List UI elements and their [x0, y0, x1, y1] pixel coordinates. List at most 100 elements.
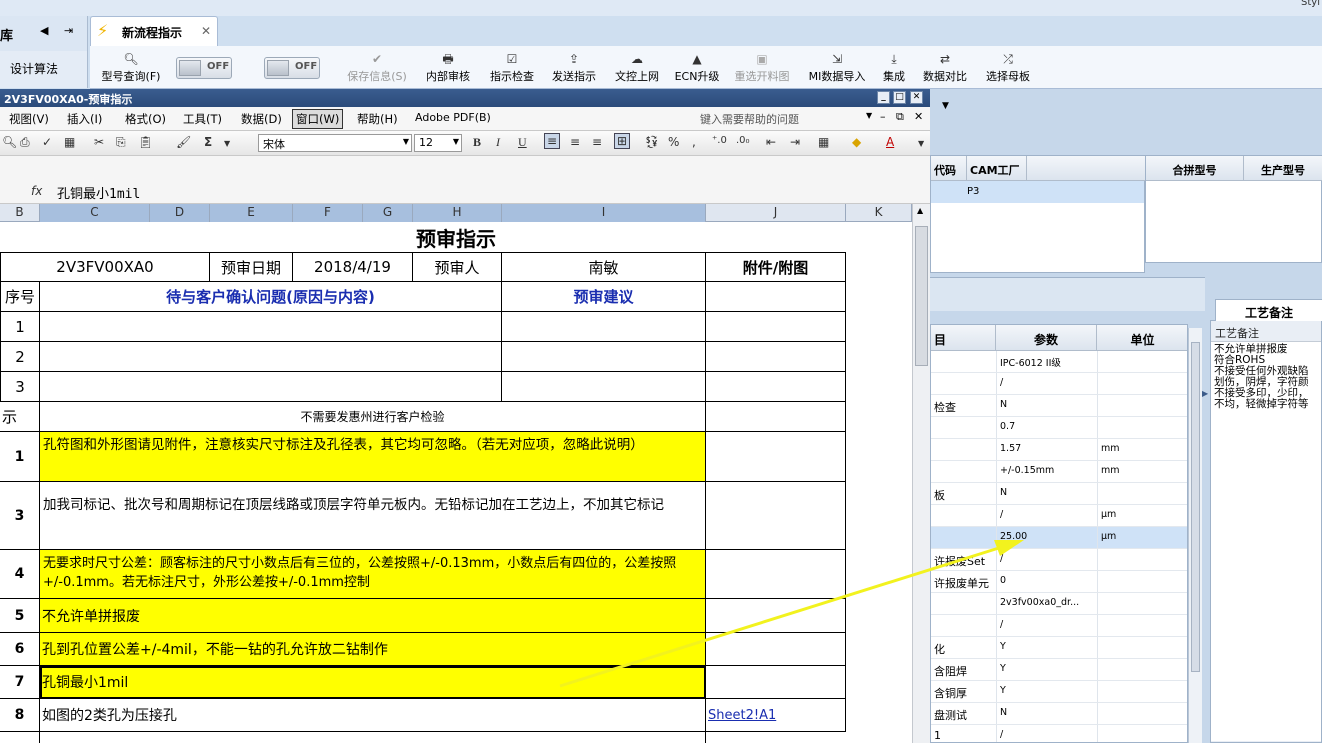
- param-row[interactable]: 0.7: [931, 417, 1187, 439]
- issue-row-advice[interactable]: [502, 372, 706, 402]
- param-row[interactable]: +/-0.15mm mm: [931, 461, 1187, 483]
- param-row[interactable]: 含铜厚 Y: [931, 681, 1187, 703]
- chevron-left-icon[interactable]: ◀: [40, 24, 48, 37]
- menu-tools[interactable]: 工具(T): [180, 110, 225, 128]
- param-header-value[interactable]: 参数: [996, 325, 1097, 351]
- menu-insert[interactable]: 插入(I): [64, 110, 105, 128]
- instruction-row-text[interactable]: 如图的2类孔为压接孔: [40, 699, 706, 732]
- section-note-cell[interactable]: 不需要发惠州进行客户检验: [40, 402, 706, 432]
- date-label-cell[interactable]: 预审日期: [210, 252, 293, 282]
- mi-import-button[interactable]: ⇲ MI数据导入: [806, 46, 868, 89]
- splitter-handle[interactable]: ▶: [1202, 389, 1210, 569]
- col-header-j[interactable]: J: [706, 204, 846, 222]
- close-icon[interactable]: ✕: [910, 91, 923, 104]
- grid-header-merge-model[interactable]: 合拼型号: [1146, 156, 1244, 181]
- param-value[interactable]: 0: [996, 571, 1097, 592]
- issue-row-content[interactable]: [40, 372, 502, 402]
- part-number-cell[interactable]: 2V3FV00XA0: [0, 252, 210, 282]
- param-value[interactable]: /: [996, 505, 1097, 526]
- attachment-link[interactable]: Sheet2!A1: [706, 699, 846, 732]
- param-value[interactable]: N: [996, 483, 1097, 504]
- col-header-k[interactable]: K: [846, 204, 912, 222]
- reviewer-cell[interactable]: 南敏: [502, 252, 706, 282]
- param-row[interactable]: 1.57 mm: [931, 439, 1187, 461]
- param-value[interactable]: Y: [996, 681, 1097, 702]
- comma-icon[interactable]: ,: [692, 135, 696, 149]
- instruction-check-button[interactable]: ☑ 指示检查: [486, 46, 538, 89]
- underline-icon[interactable]: U: [518, 135, 527, 150]
- param-value[interactable]: N: [996, 395, 1097, 416]
- reviewer-label-cell[interactable]: 预审人: [413, 252, 502, 282]
- toolbar-options-icon[interactable]: ▼: [918, 139, 924, 148]
- section-label-cell[interactable]: 示: [0, 402, 40, 432]
- menu-data[interactable]: 数据(D): [238, 110, 285, 128]
- design-algo-button[interactable]: 设计算法: [10, 60, 58, 77]
- param-row[interactable]: 板N: [931, 483, 1187, 505]
- param-row[interactable]: 许报废Set /: [931, 549, 1187, 571]
- param-value[interactable]: /: [996, 549, 1097, 570]
- align-right-icon[interactable]: ≡: [592, 135, 602, 149]
- italic-icon[interactable]: I: [496, 135, 500, 150]
- currency-icon[interactable]: 💱︎: [644, 135, 659, 149]
- doc-minimize-icon[interactable]: –: [880, 110, 886, 123]
- doc-restore-icon[interactable]: ⧉: [896, 110, 904, 124]
- scroll-up-icon[interactable]: ▲: [917, 206, 923, 215]
- autosum-dropdown-icon[interactable]: ▼: [224, 139, 230, 148]
- instruction-row-no[interactable]: 5: [0, 599, 40, 633]
- bold-icon[interactable]: B: [473, 135, 481, 150]
- decrease-indent-icon[interactable]: ⇤: [766, 135, 776, 149]
- param-value[interactable]: Y: [996, 659, 1097, 680]
- param-row[interactable]: 许报废单元 0: [931, 571, 1187, 593]
- data-compare-button[interactable]: ⇄ 数据对比: [920, 46, 970, 89]
- menu-window[interactable]: 窗口(W): [292, 109, 344, 129]
- param-value[interactable]: +/-0.15mm: [996, 461, 1097, 482]
- menu-adobe-pdf[interactable]: Adobe PDF(B): [412, 110, 494, 125]
- decrease-decimal-icon[interactable]: .0₀: [736, 135, 750, 146]
- align-left-icon[interactable]: ≡: [544, 133, 561, 149]
- param-value[interactable]: /: [996, 725, 1097, 742]
- col-header-h[interactable]: H: [413, 204, 502, 222]
- param-row[interactable]: /: [931, 373, 1187, 395]
- menu-format[interactable]: 格式(O): [122, 110, 169, 128]
- param-row[interactable]: 2v3fv00xa0_dr...: [931, 593, 1187, 615]
- font-name-select[interactable]: 宋体 ▼: [258, 134, 412, 152]
- instruction-row-no[interactable]: 7: [0, 666, 40, 699]
- fx-icon[interactable]: fx: [31, 184, 42, 198]
- toggle-switch-2[interactable]: OFF: [264, 57, 320, 79]
- param-value[interactable]: N: [996, 703, 1097, 724]
- param-value[interactable]: 2v3fv00xa0_dr...: [996, 593, 1097, 614]
- param-row[interactable]: /: [931, 615, 1187, 637]
- instruction-row-no[interactable]: 1: [0, 432, 40, 482]
- col-header-b[interactable]: B: [0, 204, 40, 222]
- col-header-f[interactable]: F: [293, 204, 363, 222]
- menu-view[interactable]: 视图(V): [6, 110, 52, 128]
- attachment-label-cell[interactable]: 附件/附图: [706, 252, 846, 282]
- param-header-unit[interactable]: 单位: [1097, 325, 1187, 351]
- increase-decimal-icon[interactable]: ⁺.0: [712, 135, 727, 146]
- menu-help[interactable]: 帮助(H): [354, 110, 401, 128]
- cut-icon[interactable]: ✂: [94, 135, 104, 149]
- seq-label-cell[interactable]: 序号: [0, 282, 40, 312]
- doc-close-icon[interactable]: ✕: [914, 110, 923, 123]
- col-header-i[interactable]: I: [502, 204, 706, 222]
- scroll-thumb[interactable]: [915, 226, 928, 366]
- instruction-row-no[interactable]: 3: [0, 482, 40, 550]
- send-instruction-button[interactable]: ⇪ 发送指示: [548, 46, 600, 89]
- close-icon[interactable]: ✕: [201, 24, 211, 38]
- formula-input[interactable]: 孔铜最小1mil: [57, 183, 140, 202]
- autosum-icon[interactable]: Σ: [204, 135, 212, 149]
- param-value[interactable]: /: [996, 373, 1097, 394]
- param-row[interactable]: 检查 N: [931, 395, 1187, 417]
- issue-row-no[interactable]: 3: [0, 372, 40, 402]
- research2-icon[interactable]: ▦: [64, 135, 75, 149]
- dropdown-arrow-icon[interactable]: ▼: [942, 101, 949, 111]
- format-painter-icon[interactable]: 🖌︎: [176, 135, 191, 149]
- maximize-icon[interactable]: □: [893, 91, 906, 104]
- col-header-e[interactable]: E: [210, 204, 293, 222]
- grid-header-cam-factory[interactable]: CAM工厂: [967, 156, 1027, 181]
- param-value[interactable]: /: [996, 615, 1097, 636]
- copy-icon[interactable]: ⎘: [116, 135, 126, 150]
- paste-icon[interactable]: 📋︎: [138, 135, 153, 149]
- sheet-title[interactable]: 预审指示: [0, 222, 912, 252]
- borders-icon[interactable]: ▦: [818, 135, 829, 149]
